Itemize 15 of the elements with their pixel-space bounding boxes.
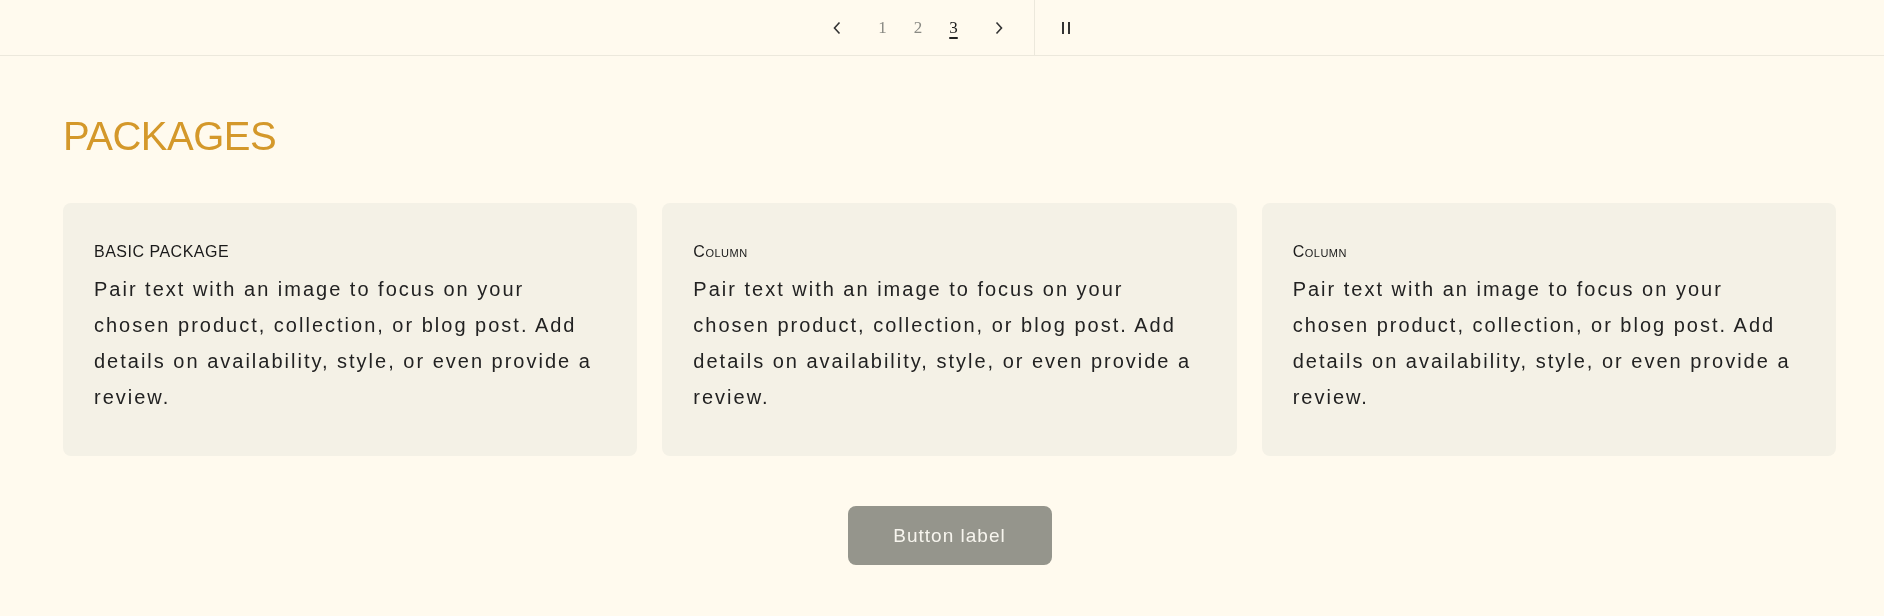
card-description: Pair text with an image to focus on your chosen product, collection, or blog post. Add details on availability, style, or even provide a review. — [1292, 277, 1792, 410]
card-description: Pair text with an image to focus on your chosen product, collection, or blog post. Add details on availability, style, or even provide a review. — [693, 277, 1193, 410]
pause-button[interactable] — [1059, 20, 1072, 35]
chevron-right-icon — [993, 20, 1004, 35]
card-title: Column — [693, 242, 749, 262]
chevron-left-icon — [832, 20, 843, 35]
section-heading: PACKAGES — [63, 113, 278, 160]
card-title: Column — [1292, 242, 1348, 262]
slide-page-button[interactable]: 1 — [874, 15, 891, 40]
slide-page-button[interactable]: 3 — [945, 15, 962, 40]
slide-page-button[interactable]: 2 — [909, 15, 927, 40]
pause-icon — [1060, 21, 1071, 34]
card-title: BASIC PACKAGE — [94, 242, 231, 262]
card-description: Pair text with an image to focus on your chosen product, collection, or blog post. Add details on availability, style, or even provide a review. — [94, 277, 593, 410]
primary-button[interactable]: Button label — [847, 506, 1052, 565]
